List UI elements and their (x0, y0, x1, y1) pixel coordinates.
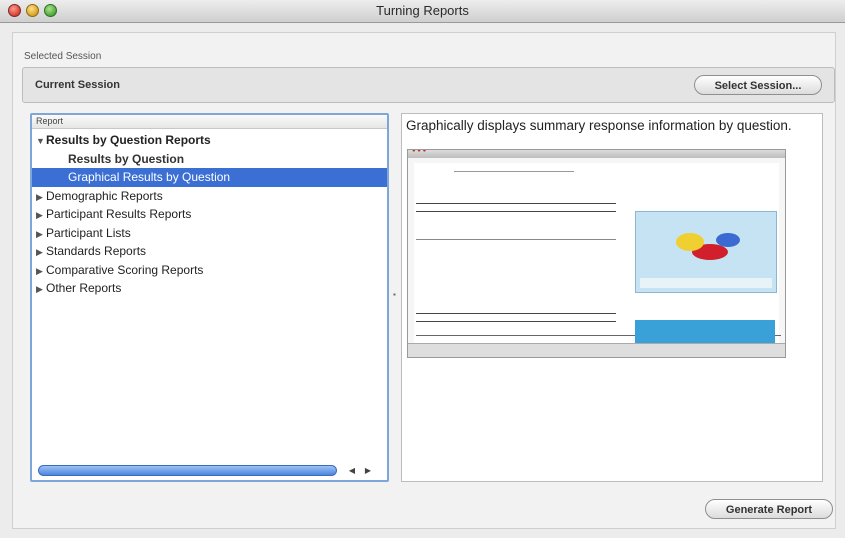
report-list-pane: Report ▼Results by Question Reports Resu… (30, 113, 389, 482)
disclosure-triangle-closed-icon[interactable]: ▶ (36, 206, 46, 225)
disclosure-triangle-closed-icon[interactable]: ▶ (36, 262, 46, 281)
scroll-arrows: ◀ ▶ (344, 464, 382, 477)
tree-item-label: Participant Lists (46, 225, 131, 240)
tree-item-participant-results-reports[interactable]: ▶ Participant Results Reports (32, 205, 387, 224)
tree-item-demographic-reports[interactable]: ▶ Demographic Reports (32, 187, 387, 206)
selected-session-label: Selected Session (24, 51, 102, 62)
select-session-button[interactable]: Select Session... (694, 75, 822, 95)
tree-item-label: Other Reports (46, 281, 122, 295)
tree-item-results-by-question[interactable]: Results by Question (32, 150, 387, 169)
preview-pie-chart-graphic (640, 233, 772, 288)
scroll-left-arrow-icon[interactable]: ◀ (344, 464, 360, 477)
disclosure-triangle-closed-icon[interactable]: ▶ (36, 188, 46, 207)
report-column-header-label: Report (36, 116, 64, 126)
tree-item-comparative-scoring-reports[interactable]: ▶ Comparative Scoring Reports (32, 261, 387, 280)
report-column-header[interactable]: Report (32, 115, 387, 129)
preview-sheet-tabs (408, 343, 785, 357)
preview-pie-chart (635, 211, 777, 293)
disclosure-triangle-open-icon[interactable]: ▼ (36, 132, 46, 151)
horizontal-scrollbar-thumb[interactable] (38, 465, 337, 476)
disclosure-triangle-closed-icon[interactable]: ▶ (36, 280, 46, 299)
window-title: Turning Reports (376, 3, 469, 18)
tree-item-label: Participant Results Reports (46, 207, 192, 221)
tree-item-label: Standards Reports (46, 244, 147, 258)
tree-item-label: Comparative Scoring Reports (46, 262, 204, 277)
report-description-text: Graphically displays summary response in… (406, 118, 792, 133)
preview-window-titlebar: ● ● ● (408, 150, 785, 158)
tree-item-graphical-results-by-question[interactable]: Graphical Results by Question (32, 168, 387, 187)
generate-report-button[interactable]: Generate Report (705, 499, 833, 519)
report-preview-image: ● ● ● (407, 149, 786, 358)
tree-item-label: Results by Question (68, 151, 185, 166)
tree-item-other-reports[interactable]: ▶ Other Reports (32, 279, 387, 298)
tree-item-label: Demographic Reports (46, 188, 163, 203)
tree-item-results-by-question-reports[interactable]: ▼Results by Question Reports (32, 131, 387, 150)
tree-item-standards-reports[interactable]: ▶ Standards Reports (32, 242, 387, 261)
split-view-handle-icon[interactable]: ▪ (393, 290, 396, 299)
report-tree: ▼Results by Question Reports Results by … (32, 131, 387, 298)
turning-reports-window: Turning Reports Selected Session Current… (0, 0, 845, 538)
preview-spreadsheet (414, 163, 781, 346)
current-session-text: Current Session (35, 79, 120, 91)
tree-item-participant-lists[interactable]: ▶ Participant Lists (32, 224, 387, 243)
scroll-right-arrow-icon[interactable]: ▶ (360, 464, 376, 477)
disclosure-triangle-closed-icon[interactable]: ▶ (36, 243, 46, 262)
tree-item-label: Results by Question Reports (46, 133, 211, 147)
disclosure-triangle-closed-icon[interactable]: ▶ (36, 225, 46, 244)
report-description-pane: Graphically displays summary response in… (401, 113, 823, 482)
selected-session-box: Current Session Select Session... (22, 67, 835, 103)
title-bar: Turning Reports (0, 0, 845, 23)
tree-item-label: Graphical Results by Question (68, 170, 231, 184)
